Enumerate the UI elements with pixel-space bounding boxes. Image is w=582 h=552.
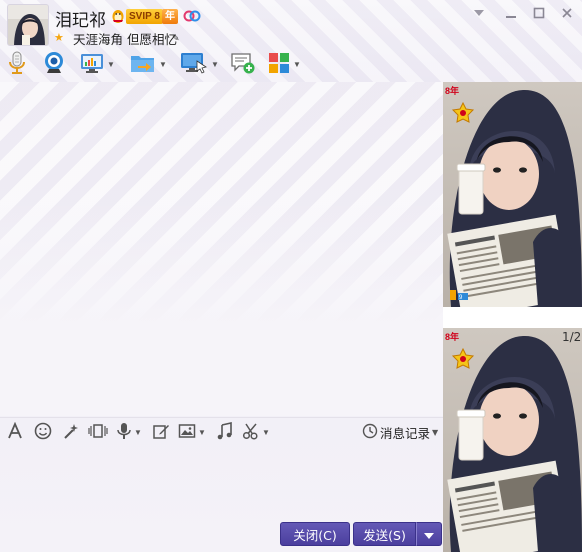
edit-button[interactable]	[152, 422, 170, 442]
shake-icon	[88, 422, 108, 443]
clock-icon	[362, 423, 378, 442]
screenshot-button[interactable]: ▼	[242, 422, 270, 442]
microphone-icon	[8, 51, 26, 78]
smiley-icon	[34, 422, 52, 443]
minimize-icon[interactable]	[500, 4, 522, 22]
close-window-icon[interactable]	[556, 4, 578, 22]
chevron-down-icon[interactable]: ▼	[107, 60, 115, 69]
vip-years-badge: 8年	[445, 332, 460, 342]
app-center-button[interactable]: ▼	[268, 50, 301, 78]
qq-penguin-icon[interactable]	[110, 8, 126, 24]
file-transfer-icon	[130, 52, 156, 77]
create-discussion-button[interactable]	[230, 50, 256, 78]
message-history-area[interactable]	[0, 82, 443, 416]
send-options-button[interactable]	[416, 522, 442, 546]
photo-page-indicator[interactable]: 1/2	[562, 330, 581, 344]
voice-message-button[interactable]: ▼	[116, 422, 142, 442]
font-icon	[6, 421, 24, 443]
window-menu-arrow-icon[interactable]	[468, 4, 490, 22]
chevron-down-icon[interactable]: ▼	[293, 60, 301, 69]
voice-call-button[interactable]	[8, 50, 26, 78]
vip-years-badge: 8年	[445, 86, 460, 96]
year-badge[interactable]: 年	[162, 9, 178, 24]
maximize-icon[interactable]	[528, 4, 550, 22]
magic-expression-button[interactable]	[62, 422, 80, 442]
image-icon	[178, 422, 196, 443]
chat-header: 泪玘祁 SVIP 8 年 ★ 天涯海角 但愿相忆 ✎ ▼ ▼ ▼ ▼	[0, 0, 582, 82]
contact-avatar[interactable]	[7, 4, 49, 46]
edit-icon	[152, 422, 170, 443]
window-shake-button[interactable]	[88, 422, 108, 442]
contact-photo[interactable]: 8年	[443, 328, 582, 552]
chevron-down-icon[interactable]: ▼	[159, 60, 167, 69]
send-button[interactable]: 发送(S)	[353, 522, 416, 546]
music-button[interactable]	[216, 421, 234, 443]
svip-emblem-icon	[451, 101, 475, 127]
contact-show-panel: 8年 9 8年	[443, 82, 582, 552]
signature-edit-icon[interactable]: ✎	[172, 33, 180, 44]
emoji-button[interactable]	[34, 422, 52, 442]
chat-window: 泪玘祁 SVIP 8 年 ★ 天涯海角 但愿相忆 ✎ ▼ ▼ ▼ ▼ 8年 9 …	[0, 0, 582, 552]
chevron-down-icon: ▼	[432, 427, 439, 437]
apps-icon	[268, 52, 290, 77]
star-icon: ★	[54, 32, 64, 44]
input-toolbar: ▼ ▼ ▼ 消息记录 ▼	[0, 417, 443, 445]
screen-share-icon	[80, 52, 104, 77]
contact-name[interactable]: 泪玘祁	[55, 6, 106, 31]
contact-photo[interactable]: 8年 9	[443, 82, 582, 307]
chevron-down-icon	[424, 527, 434, 542]
microphone-icon	[116, 422, 132, 443]
chevron-down-icon[interactable]: ▼	[134, 428, 142, 437]
file-transfer-button[interactable]: ▼	[130, 50, 167, 78]
svip-emblem-icon	[451, 347, 475, 373]
chevron-down-icon[interactable]: ▼	[198, 428, 206, 437]
video-call-button[interactable]	[42, 50, 66, 78]
music-note-icon	[216, 421, 234, 443]
chevron-down-icon[interactable]: ▼	[211, 60, 219, 69]
magic-wand-icon	[62, 422, 80, 443]
send-image-button[interactable]: ▼	[178, 422, 206, 442]
like-count-icon[interactable]: 9	[449, 286, 471, 305]
message-history-label: 消息记录	[380, 425, 431, 441]
font-button[interactable]	[6, 421, 24, 443]
scissors-icon	[242, 422, 260, 443]
qq-link-icon[interactable]	[182, 8, 202, 24]
main-toolbar: ▼ ▼ ▼ ▼	[0, 50, 440, 78]
close-button[interactable]: 关闭(C)	[280, 522, 350, 546]
svip-badge[interactable]: SVIP 8	[126, 9, 163, 24]
remote-desktop-button[interactable]: ▼	[180, 50, 219, 78]
chevron-down-icon[interactable]: ▼	[262, 428, 270, 437]
message-history-button[interactable]: 消息记录 ▼	[362, 422, 438, 442]
contact-signature[interactable]: 天涯海角 但愿相忆	[73, 29, 177, 48]
new-chat-icon	[230, 51, 256, 78]
webcam-icon	[42, 51, 66, 78]
remote-desktop-icon	[180, 51, 208, 78]
screen-share-button[interactable]: ▼	[80, 50, 115, 78]
